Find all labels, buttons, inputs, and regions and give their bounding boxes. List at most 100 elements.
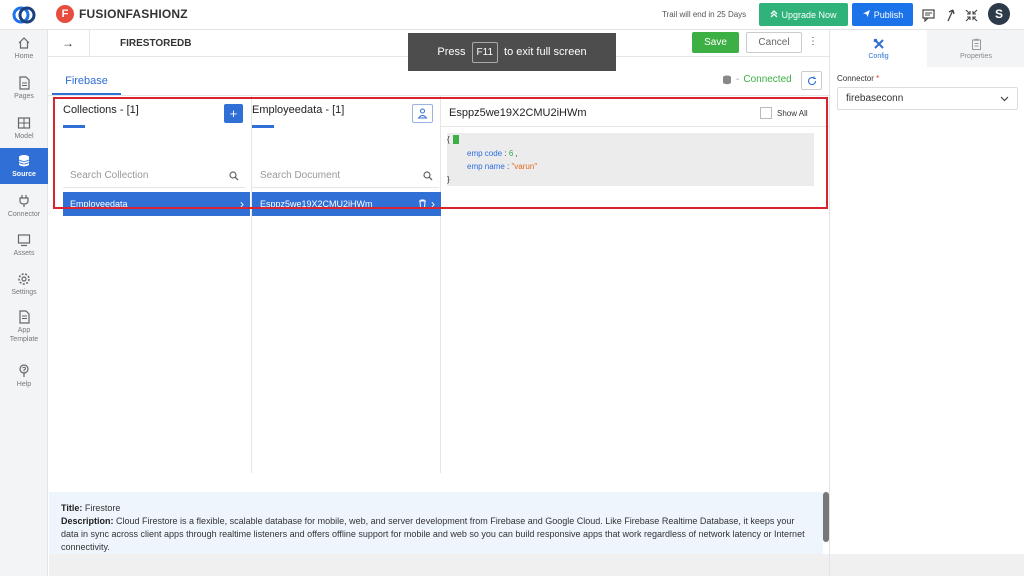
refresh-icon bbox=[807, 76, 816, 85]
bottom-strip bbox=[49, 554, 829, 576]
template-icon bbox=[19, 310, 30, 324]
document-row-selected[interactable]: Esppz5we19X2CMU2iHWm › bbox=[252, 192, 441, 216]
json-key: emp name bbox=[467, 162, 505, 171]
sidebar-item-label: Source bbox=[12, 170, 36, 178]
toast-key: F11 bbox=[471, 41, 499, 63]
clipboard-icon bbox=[971, 38, 981, 50]
search-collection-input[interactable] bbox=[63, 170, 229, 181]
save-button[interactable]: Save bbox=[692, 32, 739, 53]
sidebar-item-home[interactable]: Home bbox=[0, 30, 48, 66]
toast-text: to exit full screen bbox=[504, 46, 587, 58]
json-key: emp code bbox=[467, 149, 503, 158]
show-all-toggle[interactable]: Show All bbox=[760, 107, 808, 119]
tab-config[interactable]: Config bbox=[830, 30, 927, 67]
top-bar: F FUSIONFASHIONZ Trail will end in 25 Da… bbox=[0, 0, 1024, 30]
title-value: Firestore bbox=[84, 503, 121, 513]
database-icon bbox=[18, 154, 30, 166]
app-logo-icon[interactable] bbox=[12, 4, 36, 26]
trash-icon[interactable] bbox=[418, 199, 427, 209]
toast-press: Press bbox=[437, 46, 466, 58]
sidebar-item-pages[interactable]: Pages bbox=[0, 70, 48, 106]
arrow-up-icon[interactable] bbox=[943, 8, 957, 22]
sidebar-item-label: Assets bbox=[13, 249, 35, 257]
fullscreen-exit-icon[interactable] bbox=[964, 8, 978, 22]
show-all-label: Show All bbox=[777, 108, 808, 118]
brand: F FUSIONFASHIONZ bbox=[56, 5, 188, 23]
sidebar-item-model[interactable]: Model bbox=[0, 110, 48, 146]
more-options-icon[interactable]: ⋮ bbox=[808, 36, 818, 47]
tab-properties-label: Properties bbox=[960, 52, 992, 60]
fullscreen-toast: Press F11 to exit full screen bbox=[408, 33, 616, 71]
collection-row-selected[interactable]: Employeedata › bbox=[63, 192, 250, 216]
page-icon bbox=[19, 75, 30, 90]
connector-value: firebaseconn bbox=[846, 93, 904, 104]
sidebar-item-settings[interactable]: Settings bbox=[0, 266, 48, 302]
title-label: Title: bbox=[61, 503, 83, 513]
document-search bbox=[252, 164, 439, 188]
header-underline bbox=[63, 125, 85, 128]
cancel-button[interactable]: Cancel bbox=[746, 32, 802, 53]
sidebar-item-label: Pages bbox=[14, 92, 34, 100]
json-open-brace: { bbox=[447, 135, 450, 144]
document-title: Esppz5we19X2CMU2iHWm bbox=[449, 107, 587, 119]
sidebar: Home Pages Model Source Connector Assets… bbox=[0, 30, 48, 576]
sidebar-item-label: Home bbox=[14, 52, 34, 60]
chevron-down-icon bbox=[1000, 96, 1009, 101]
search-icon[interactable] bbox=[229, 170, 239, 181]
document-json: { emp code : 6 , emp name : "varun" } bbox=[447, 133, 814, 186]
tools-icon bbox=[873, 38, 884, 49]
sidebar-item-label: Help bbox=[16, 380, 32, 388]
description-body: Description: Cloud Firestore is a flexib… bbox=[61, 515, 811, 554]
description-text: Cloud Firestore is a flexible, scalable … bbox=[61, 516, 805, 552]
tab-firebase[interactable]: Firebase bbox=[52, 68, 121, 95]
upgrade-button[interactable]: Upgrade Now bbox=[759, 3, 848, 26]
user-avatar[interactable]: S bbox=[988, 3, 1010, 25]
brand-name: FUSIONFASHIONZ bbox=[79, 7, 188, 21]
refresh-button[interactable] bbox=[801, 71, 822, 90]
sidebar-item-help[interactable]: Help bbox=[0, 358, 48, 394]
documents-panel: Employeedata - [1] Esppz5we19X2CMU2iHWm … bbox=[252, 96, 441, 473]
chevron-right-icon: › bbox=[431, 197, 435, 211]
connector-select[interactable]: firebaseconn bbox=[837, 87, 1018, 110]
json-value: "varun" bbox=[511, 162, 538, 171]
tab-properties[interactable]: Properties bbox=[927, 30, 1024, 67]
send-icon bbox=[862, 9, 871, 20]
arrow-right-icon[interactable]: → bbox=[62, 36, 74, 50]
sidebar-item-app-template[interactable]: App Template bbox=[0, 306, 48, 348]
publish-button[interactable]: Publish bbox=[852, 3, 913, 26]
collection-search bbox=[63, 164, 245, 188]
database-icon bbox=[723, 75, 731, 84]
divider bbox=[89, 30, 90, 57]
document-id: Esppz5we19X2CMU2iHWm bbox=[260, 199, 373, 209]
status-text: Connected bbox=[743, 74, 792, 85]
chevron-right-icon: › bbox=[240, 197, 244, 211]
sidebar-item-source[interactable]: Source bbox=[0, 148, 48, 184]
search-document-input[interactable] bbox=[252, 170, 423, 181]
sidebar-item-label: Connector bbox=[7, 210, 41, 218]
bottom-strip bbox=[830, 554, 1024, 576]
comment-icon[interactable] bbox=[921, 8, 935, 22]
description-title: Title: Firestore bbox=[61, 502, 811, 515]
add-collection-button[interactable]: + bbox=[224, 104, 243, 123]
sidebar-item-assets[interactable]: Assets bbox=[0, 227, 48, 263]
connector-label: Connector * bbox=[837, 74, 879, 83]
required-marker: * bbox=[876, 74, 880, 83]
connector-label-text: Connector bbox=[837, 74, 874, 83]
tab-config-label: Config bbox=[868, 52, 889, 60]
search-icon[interactable] bbox=[423, 170, 433, 181]
add-document-button[interactable] bbox=[412, 104, 433, 123]
plug-icon bbox=[19, 194, 29, 207]
json-field: emp code : 6 , bbox=[467, 149, 518, 158]
collection-name: Employeedata bbox=[70, 199, 128, 209]
help-icon bbox=[19, 363, 29, 377]
show-all-checkbox[interactable] bbox=[760, 107, 772, 119]
page-title: FIRESTOREDB bbox=[120, 38, 192, 49]
monitor-icon bbox=[17, 233, 31, 246]
right-panel: Config Properties Connector * firebaseco… bbox=[829, 30, 1024, 576]
status-dash: - bbox=[736, 74, 740, 85]
trial-notice: Trail will end in 25 Days bbox=[662, 10, 747, 19]
sidebar-item-connector[interactable]: Connector bbox=[0, 188, 48, 224]
plus-icon: + bbox=[229, 106, 238, 121]
upgrade-label: Upgrade Now bbox=[781, 9, 837, 20]
description-label: Description: bbox=[61, 516, 114, 526]
